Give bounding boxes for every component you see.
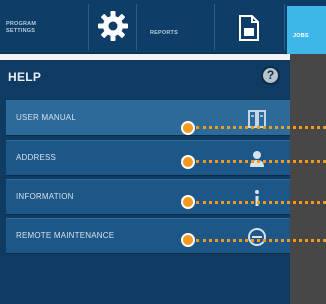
- help-icon[interactable]: ?: [261, 66, 280, 85]
- help-title: HELP: [8, 70, 42, 84]
- reports-label: REPORTS: [150, 30, 178, 36]
- help-item-label: ADDRESS: [16, 153, 57, 162]
- help-item-label: USER MANUAL: [16, 113, 76, 122]
- help-item-remote-maintenance[interactable]: REMOTE MAINTENANCE: [6, 218, 290, 254]
- program-settings-button[interactable]: PROGRAM SETTINGS: [0, 8, 84, 50]
- callout-marker: [181, 121, 195, 135]
- help-item-address[interactable]: ADDRESS: [6, 140, 290, 176]
- info-icon: [246, 187, 268, 209]
- remote-icon: [246, 226, 268, 248]
- reports-button[interactable]: REPORTS: [138, 8, 210, 50]
- document-icon: [239, 15, 259, 41]
- callout-line: [196, 126, 326, 129]
- document-button[interactable]: [218, 8, 282, 50]
- toolbar-divider: [214, 4, 215, 50]
- content-area: [290, 54, 326, 304]
- help-item-user-manual[interactable]: USER MANUAL: [6, 100, 290, 136]
- callout-line: [196, 160, 326, 163]
- jobs-label: JOBS: [293, 33, 309, 39]
- callout-marker: [181, 233, 195, 247]
- gear-icon[interactable]: [93, 6, 133, 46]
- toolbar-divider: [88, 4, 89, 50]
- toolbar-divider: [284, 4, 285, 50]
- help-item-label: INFORMATION: [16, 192, 74, 201]
- help-item-label: REMOTE MAINTENANCE: [16, 231, 115, 240]
- program-settings-label: PROGRAM SETTINGS: [6, 21, 37, 34]
- help-panel: HELP ? USER MANUAL ADDRESS INFORMATION R…: [0, 60, 290, 304]
- toolbar-divider: [136, 4, 137, 50]
- callout-line: [196, 201, 326, 204]
- callout-marker: [181, 195, 195, 209]
- help-header: HELP ?: [0, 60, 290, 90]
- callout-line: [196, 239, 326, 242]
- callout-marker: [181, 155, 195, 169]
- help-item-information[interactable]: INFORMATION: [6, 179, 290, 215]
- top-navigation-bar: PROGRAM SETTINGS REPORTS JOBS: [0, 0, 326, 54]
- jobs-tab[interactable]: JOBS: [287, 6, 326, 54]
- person-icon: [246, 148, 268, 170]
